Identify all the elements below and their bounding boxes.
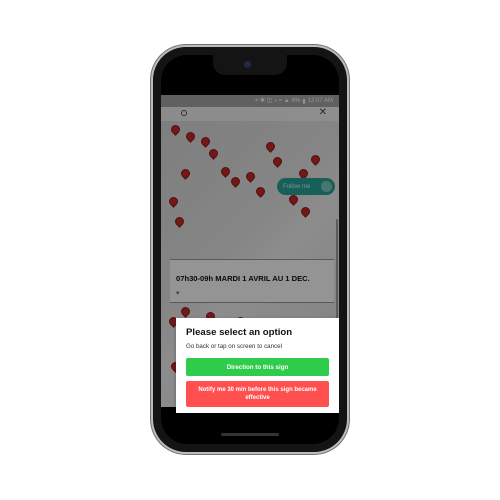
dialog-subtitle: Go back or tap on screen to cancel [186, 343, 282, 350]
phone-screen: ⌖ ✱ ◫ ♪ ≈ ▲ 6% ▮ 12:07 AM 07h30-09h MARD… [161, 55, 339, 444]
option-dialog: Please select an option Go back or tap o… [176, 318, 339, 413]
direction-button[interactable]: Direction to this sign [186, 358, 329, 376]
notify-button[interactable]: Notify me 30 min before this sign became… [186, 381, 329, 407]
phone-notch [213, 55, 287, 75]
camera-icon [244, 61, 251, 68]
dialog-title: Please select an option [186, 327, 293, 338]
home-indicator [221, 433, 279, 436]
phone-frame: ⌖ ✱ ◫ ♪ ≈ ▲ 6% ▮ 12:07 AM 07h30-09h MARD… [153, 47, 347, 452]
